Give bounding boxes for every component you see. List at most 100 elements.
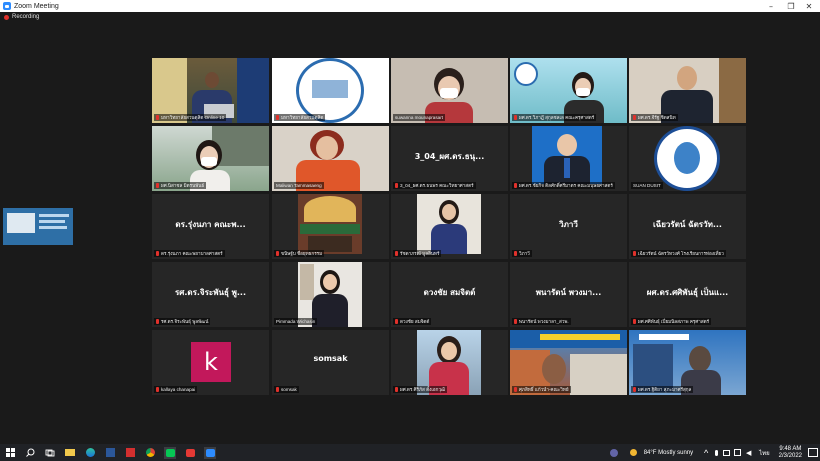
participant-name: Maliwan Tammasaeng bbox=[274, 182, 324, 189]
chrome-icon[interactable] bbox=[144, 447, 156, 459]
mic-muted-icon bbox=[156, 115, 159, 120]
participant-display-name: somsak bbox=[313, 354, 348, 363]
participant-name: 3_04_ผศ.ดร.ธนพร คณะวิทยาศาสตร์ bbox=[393, 182, 476, 189]
participant-name: ผศ.ดร.ชัยกิจ ติลศักดิ์ศรีมาตร คณะมนุษยศา… bbox=[512, 182, 615, 189]
mic-muted-icon bbox=[156, 183, 159, 188]
participant-display-name: ผศ.ดร.ศศิพันธุ์ เป็นแ... bbox=[646, 288, 729, 297]
participant-tile[interactable]: มหาวิทยาลัยสวนดุสิต bbox=[272, 58, 389, 123]
mic-muted-icon bbox=[156, 251, 159, 256]
badge-logo-icon bbox=[514, 62, 538, 86]
line-app-icon[interactable] bbox=[164, 446, 176, 459]
notifications-icon[interactable] bbox=[808, 447, 818, 459]
participant-tile[interactable]: Pimmada Wichasin bbox=[272, 262, 389, 327]
participant-tile[interactable]: ดวงชัย สมจิตต์ ดวงชัย สมจิตต์ bbox=[391, 262, 508, 327]
participant-name: suwanna mounaprasart bbox=[393, 114, 446, 121]
participant-name: ผศ.ดร.จีรัฐ ชิดสนิท bbox=[631, 114, 678, 121]
participant-name: ดร.รุ่งนภา คณะพยาบาลศาสตร์ bbox=[154, 250, 225, 257]
participant-name: ผศ.ดร.วิภาฎี สุกุลชลเล คณะครุศาสตร์ bbox=[512, 114, 597, 121]
mic-muted-icon bbox=[633, 319, 636, 324]
task-view-icon[interactable] bbox=[44, 447, 56, 459]
mic-muted-icon bbox=[514, 183, 517, 188]
mic-muted-icon bbox=[633, 115, 636, 120]
participant-tile[interactable]: Maliwan Tammasaeng bbox=[272, 126, 389, 191]
teams-icon[interactable] bbox=[608, 447, 620, 459]
participant-tile[interactable]: ผศ.ดร.จีรัฐ ชิดสนิท bbox=[629, 58, 746, 123]
participant-name: ผศ.ดร.ฐิติยา สุภะมาศรีสุกุล bbox=[631, 386, 694, 393]
clock-date: 2/3/2022 bbox=[778, 452, 802, 459]
mic-muted-icon bbox=[514, 251, 517, 256]
participant-name: ศุภสิทธิ์ แก้วนำ-คณะวิทย์ bbox=[512, 386, 571, 393]
participant-tile[interactable]: วิภาวี วิภาวี bbox=[510, 194, 627, 259]
participant-tile[interactable]: ผศ.นิสาชล มิตรนพันธ์ bbox=[152, 126, 269, 191]
participant-tile[interactable]: ผศ.ดร.ชัยกิจ ติลศักดิ์ศรีมาตร คณะมนุษยศา… bbox=[510, 126, 627, 191]
weather-sun-icon bbox=[628, 447, 640, 459]
participant-name: มหาวิทยาลัยสวนดุสิต Online 10 bbox=[154, 114, 227, 121]
zoom-taskbar-icon[interactable] bbox=[204, 446, 216, 459]
participant-tile[interactable]: รศ.ดร.จิระพันธุ์ พู... รศ.ดร.จิระพันธุ์ … bbox=[152, 262, 269, 327]
mic-muted-icon bbox=[276, 115, 279, 120]
participant-tile[interactable]: เฉียวรัตน์ ฉัตรวัท... เฉียวรัตน์ ฉัตรวัท… bbox=[629, 194, 746, 259]
mic-muted-icon bbox=[395, 183, 398, 188]
participant-tile[interactable]: พนารัตน์ พวงมา... พนารัตน์ พวงมาลา_สวพ. bbox=[510, 262, 627, 327]
participant-name: ผศ.ดร.ศิริภัส ตั้งเอกวุฒิ bbox=[393, 386, 448, 393]
mic-muted-icon bbox=[276, 387, 279, 392]
search-icon[interactable] bbox=[24, 447, 36, 459]
participant-tile[interactable]: มหาวิทยาลัยสวนดุสิต Online 10 bbox=[152, 58, 269, 123]
participant-tile[interactable]: somsak somsak bbox=[272, 330, 389, 395]
participant-display-name: ดร.รุ่งนภา คณะพ... bbox=[175, 220, 246, 229]
participant-name: มหาวิทยาลัยสวนดุสิต bbox=[274, 114, 326, 121]
clock[interactable]: 9:48 AM 2/3/2022 bbox=[779, 446, 802, 460]
volume-icon[interactable]: ◀ bbox=[745, 447, 752, 459]
participant-tile[interactable]: ขนิษฐ์บ ชื่อยุทธกรรม bbox=[272, 194, 389, 259]
participant-name: ผศ.นิสาชล มิตรนพันธ์ bbox=[154, 182, 207, 189]
participant-name: Pimmada Wichasin bbox=[274, 318, 318, 325]
participant-name: somsak bbox=[274, 386, 299, 393]
media-app-icon[interactable] bbox=[184, 447, 196, 459]
participant-name: kallaya chanapai bbox=[154, 386, 198, 393]
mic-muted-icon bbox=[395, 387, 398, 392]
edge-browser-icon[interactable] bbox=[84, 447, 96, 459]
mic-muted-icon bbox=[276, 251, 279, 256]
participant-name: ขนิษฐ์บ ชื่อยุทธกรรม bbox=[274, 250, 325, 257]
acrobat-icon[interactable] bbox=[124, 447, 136, 459]
mic-muted-icon bbox=[514, 387, 517, 392]
battery-icon[interactable] bbox=[723, 447, 731, 459]
participant-name: วิภาวี bbox=[512, 250, 532, 257]
participant-display-name: วิภาวี bbox=[559, 220, 578, 229]
network-icon[interactable] bbox=[734, 447, 742, 459]
participant-tile[interactable]: 3_04_ผศ.ดร.ธนุ... 3_04_ผศ.ดร.ธนพร คณะวิท… bbox=[391, 126, 508, 191]
windows-start-icon[interactable] bbox=[4, 447, 16, 459]
participant-name: ผศ.ศศิพันธุ์ เปี่ยมนิลสภาพ ครุศาสตร์ bbox=[631, 318, 712, 325]
word-icon[interactable] bbox=[104, 447, 116, 459]
participant-grid: มหาวิทยาลัยสวนดุสิต Online 10 มหาวิทยาลั… bbox=[0, 0, 820, 461]
file-explorer-icon[interactable] bbox=[64, 447, 76, 459]
mic-muted-icon bbox=[395, 251, 398, 256]
participant-tile[interactable]: SUAN DUSIT bbox=[629, 126, 746, 191]
participant-name: รัชดาภรณ์ มูลอินทร์ bbox=[393, 250, 442, 257]
participant-name: SUAN DUSIT bbox=[631, 182, 663, 189]
participant-tile[interactable]: ศุภสิทธิ์ แก้วนำ-คณะวิทย์ bbox=[510, 330, 627, 395]
participant-tile[interactable]: ผศ.ดร.ศศิพันธุ์ เป็นแ... ผศ.ศศิพันธุ์ เป… bbox=[629, 262, 746, 327]
windows-taskbar: 84°F Mostly sunny ^ ◀ ไทย 9:48 AM 2/3/20… bbox=[0, 444, 820, 461]
participant-tile[interactable]: ผศ.ดร.ศิริภัส ตั้งเอกวุฒิ bbox=[391, 330, 508, 395]
mic-muted-icon bbox=[514, 319, 517, 324]
chevron-up-icon[interactable]: ^ bbox=[703, 447, 709, 459]
participant-display-name: เฉียวรัตน์ ฉัตรวัท... bbox=[653, 220, 722, 229]
participant-tile[interactable]: suwanna mounaprasart bbox=[391, 58, 508, 123]
weather-status[interactable]: 84°F Mostly sunny bbox=[644, 450, 693, 456]
participant-tile[interactable]: รัชดาภรณ์ มูลอินทร์ bbox=[391, 194, 508, 259]
participant-tile[interactable]: ผศ.ดร.ฐิติยา สุภะมาศรีสุกุล bbox=[629, 330, 746, 395]
participant-tile[interactable]: ผศ.ดร.วิภาฎี สุกุลชลเล คณะครุศาสตร์ bbox=[510, 58, 627, 123]
participant-display-name: ดวงชัย สมจิตต์ bbox=[423, 288, 476, 297]
participant-name: เฉียวรัตน์ ฉัตรวัทวงศ์ โรงเรียนการท่องเท… bbox=[631, 250, 726, 257]
participant-name: รศ.ดร.จิระพันธุ์ พูลพัฒน์ bbox=[154, 318, 211, 325]
participant-tile[interactable]: ดร.รุ่งนภา คณะพ... ดร.รุ่งนภา คณะพยาบาลศ… bbox=[152, 194, 269, 259]
input-language[interactable]: ไทย bbox=[759, 448, 770, 458]
participant-display-name: พนารัตน์ พวงมา... bbox=[535, 288, 602, 297]
participant-tile[interactable]: k kallaya chanapai bbox=[152, 330, 269, 395]
participant-name: ดวงชัย สมจิตต์ bbox=[393, 318, 432, 325]
mic-muted-icon bbox=[156, 387, 159, 392]
system-tray: 84°F Mostly sunny ^ ◀ ไทย 9:48 AM 2/3/20… bbox=[604, 444, 820, 461]
mic-muted-icon bbox=[156, 319, 159, 324]
microphone-icon[interactable] bbox=[713, 447, 719, 459]
